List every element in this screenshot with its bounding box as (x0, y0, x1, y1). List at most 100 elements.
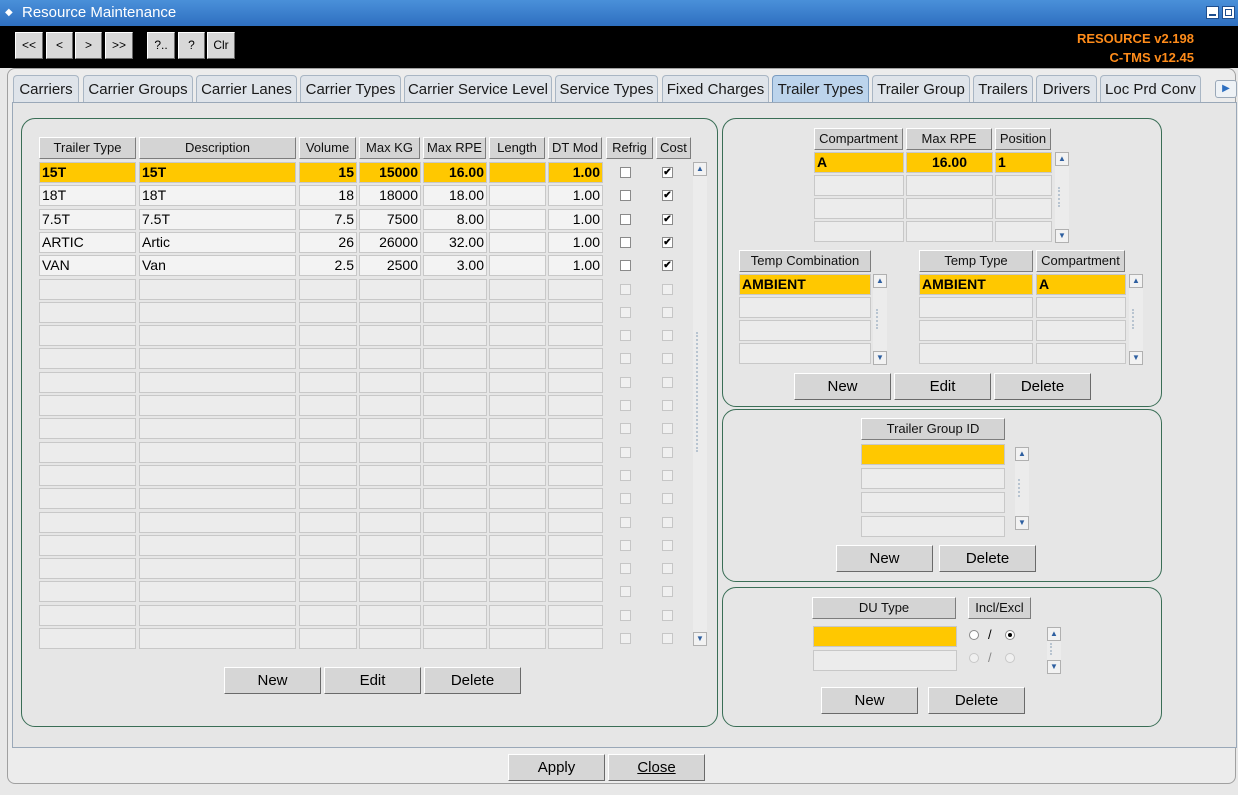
empty-cell[interactable] (548, 605, 603, 626)
volume-cell[interactable]: 7.5 (299, 209, 357, 230)
refrig-checkbox[interactable] (620, 330, 631, 341)
empty-cell[interactable] (489, 348, 546, 369)
empty-cell[interactable] (139, 512, 296, 533)
scroll-down-icon[interactable]: ▼ (1047, 660, 1061, 674)
volume-cell[interactable]: 2.5 (299, 255, 357, 276)
max-kg-cell[interactable]: 2500 (359, 255, 421, 276)
empty-cell[interactable] (139, 605, 296, 626)
empty-cell[interactable] (299, 372, 357, 393)
empty-cell[interactable] (423, 325, 487, 346)
max-rpe-cell[interactable]: 16.00 (423, 162, 487, 183)
volume-cell[interactable]: 26 (299, 232, 357, 253)
length-cell[interactable] (489, 162, 546, 183)
empty-cell[interactable] (995, 198, 1052, 219)
app-menu-icon[interactable]: ◆ (5, 7, 15, 18)
cost-checkbox[interactable] (662, 377, 673, 388)
scroll-down-icon[interactable]: ▼ (1129, 351, 1143, 365)
empty-cell[interactable] (489, 418, 546, 439)
cost-checkbox[interactable] (662, 470, 673, 481)
empty-cell[interactable] (359, 628, 421, 649)
empty-cell[interactable] (861, 492, 1005, 513)
dt-mod-cell[interactable]: 1.00 (548, 162, 603, 183)
minimize-icon[interactable] (1206, 6, 1219, 19)
max-kg-cell[interactable]: 26000 (359, 232, 421, 253)
header-compartment-max-rpe[interactable]: Max RPE (906, 128, 992, 150)
compartment-max-rpe-cell[interactable]: 16.00 (906, 152, 993, 173)
tab-carrier-service-level[interactable]: Carrier Service Level (404, 75, 552, 102)
empty-cell[interactable] (39, 605, 136, 626)
empty-cell[interactable] (906, 221, 993, 242)
empty-cell[interactable] (359, 465, 421, 486)
du-type-cell[interactable] (813, 626, 957, 647)
empty-cell[interactable] (299, 581, 357, 602)
empty-cell[interactable] (919, 343, 1033, 364)
cost-checkbox[interactable] (662, 353, 673, 364)
header-incl-excl[interactable]: Incl/Excl (968, 597, 1031, 619)
empty-cell[interactable] (919, 297, 1033, 318)
empty-cell[interactable] (489, 512, 546, 533)
cost-checkbox[interactable] (662, 400, 673, 411)
refrig-checkbox[interactable] (620, 260, 631, 271)
refrig-checkbox[interactable] (620, 237, 631, 248)
empty-cell[interactable] (423, 279, 487, 300)
description-cell[interactable]: Artic (139, 232, 296, 253)
empty-cell[interactable] (139, 325, 296, 346)
empty-cell[interactable] (139, 465, 296, 486)
empty-cell[interactable] (359, 395, 421, 416)
du-type-empty-cell[interactable] (813, 650, 957, 671)
trailer-delete-button[interactable]: Delete (424, 667, 521, 694)
dt-mod-cell[interactable]: 1.00 (548, 232, 603, 253)
tab-drivers[interactable]: Drivers (1036, 75, 1097, 102)
empty-cell[interactable] (299, 348, 357, 369)
empty-cell[interactable] (423, 395, 487, 416)
scroll-thumb[interactable] (1058, 187, 1066, 207)
empty-cell[interactable] (359, 372, 421, 393)
header-cost[interactable]: Cost (656, 137, 691, 159)
empty-cell[interactable] (39, 395, 136, 416)
empty-cell[interactable] (1036, 343, 1126, 364)
refrig-checkbox[interactable] (620, 517, 631, 528)
empty-cell[interactable] (359, 558, 421, 579)
cost-checkbox[interactable] (662, 586, 673, 597)
empty-cell[interactable] (489, 302, 546, 323)
empty-cell[interactable] (39, 512, 136, 533)
header-temp-combination[interactable]: Temp Combination (739, 250, 871, 272)
scroll-up-icon[interactable]: ▲ (1129, 274, 1143, 288)
dt-mod-cell[interactable]: 1.00 (548, 209, 603, 230)
refrig-checkbox[interactable] (620, 563, 631, 574)
empty-cell[interactable] (489, 488, 546, 509)
du-type-new-button[interactable]: New (821, 687, 918, 714)
compartment-cell[interactable]: A (814, 152, 904, 173)
empty-cell[interactable] (39, 279, 136, 300)
excl-radio[interactable] (1005, 630, 1015, 640)
clear-button[interactable]: Clr (207, 32, 235, 59)
empty-cell[interactable] (359, 302, 421, 323)
volume-cell[interactable]: 15 (299, 162, 357, 183)
empty-cell[interactable] (423, 581, 487, 602)
scroll-up-icon[interactable]: ▲ (1055, 152, 1069, 166)
refrig-checkbox[interactable] (620, 633, 631, 644)
cost-checkbox[interactable] (662, 540, 673, 551)
du-type-scrollbar[interactable]: ▲ ▼ (1047, 627, 1061, 674)
empty-cell[interactable] (299, 488, 357, 509)
empty-cell[interactable] (906, 198, 993, 219)
empty-cell[interactable] (423, 488, 487, 509)
empty-cell[interactable] (1036, 297, 1126, 318)
empty-cell[interactable] (548, 512, 603, 533)
header-refrig[interactable]: Refrig (606, 137, 653, 159)
compartment-scrollbar[interactable]: ▲ ▼ (1055, 152, 1069, 243)
dt-mod-cell[interactable]: 1.00 (548, 185, 603, 206)
cost-checkbox[interactable]: ✔ (662, 237, 673, 248)
empty-cell[interactable] (299, 279, 357, 300)
empty-cell[interactable] (548, 372, 603, 393)
empty-cell[interactable] (423, 372, 487, 393)
temp-combination-cell[interactable]: AMBIENT (739, 274, 871, 295)
empty-cell[interactable] (489, 558, 546, 579)
header-dt-mod[interactable]: DT Mod (548, 137, 602, 159)
empty-cell[interactable] (299, 325, 357, 346)
refrig-checkbox[interactable] (620, 447, 631, 458)
refrig-checkbox[interactable] (620, 377, 631, 388)
header-length[interactable]: Length (489, 137, 545, 159)
cost-checkbox[interactable] (662, 447, 673, 458)
empty-cell[interactable] (489, 442, 546, 463)
